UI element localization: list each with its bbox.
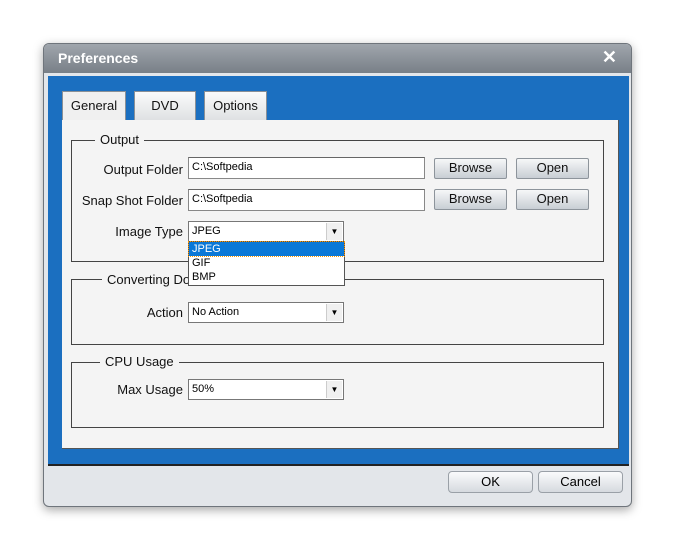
action-select[interactable]: No Action ▼	[188, 302, 344, 323]
close-icon[interactable]: ✕	[602, 47, 617, 68]
chevron-down-icon[interactable]: ▼	[326, 223, 342, 240]
output-folder-label: Output Folder	[103, 162, 184, 177]
option-bmp[interactable]: BMP	[189, 270, 344, 284]
output-browse-button[interactable]: Browse	[434, 158, 507, 179]
snapshot-open-button[interactable]: Open	[516, 189, 589, 210]
max-usage-label: Max Usage	[117, 382, 183, 397]
output-legend: Output	[95, 132, 145, 147]
cpu-usage-legend: CPU Usage	[100, 354, 179, 369]
converting-legend: Converting Do	[102, 272, 196, 287]
image-type-select[interactable]: JPEG ▼	[188, 221, 344, 242]
snapshot-folder-label: Snap Shot Folder	[81, 193, 183, 208]
image-type-dropdown: JPEG GIF BMP	[188, 241, 345, 286]
cancel-button[interactable]: Cancel	[538, 471, 623, 493]
image-type-value: JPEG	[192, 225, 221, 237]
max-usage-select[interactable]: 50% ▼	[188, 379, 344, 400]
option-gif[interactable]: GIF	[189, 256, 344, 270]
output-open-button[interactable]: Open	[516, 158, 589, 179]
action-label: Action	[146, 305, 183, 320]
output-folder-input[interactable]: C:\Softpedia	[188, 157, 425, 179]
snapshot-folder-input[interactable]: C:\Softpedia	[188, 189, 425, 211]
chevron-down-icon[interactable]: ▼	[326, 304, 342, 321]
action-value: No Action	[192, 306, 240, 318]
max-usage-value: 50%	[192, 383, 215, 395]
option-jpeg[interactable]: JPEG	[188, 241, 345, 257]
dialog-title: Preferences	[58, 50, 139, 66]
tab-general[interactable]: General	[62, 91, 126, 122]
tab-options[interactable]: Options	[204, 91, 267, 120]
ok-button[interactable]: OK	[448, 471, 533, 493]
tab-dvd[interactable]: DVD	[134, 91, 196, 120]
image-type-label: Image Type	[115, 224, 183, 239]
title-bar[interactable]: Preferences ✕	[44, 44, 631, 73]
chevron-down-icon[interactable]: ▼	[326, 381, 342, 398]
snapshot-browse-button[interactable]: Browse	[434, 189, 507, 210]
